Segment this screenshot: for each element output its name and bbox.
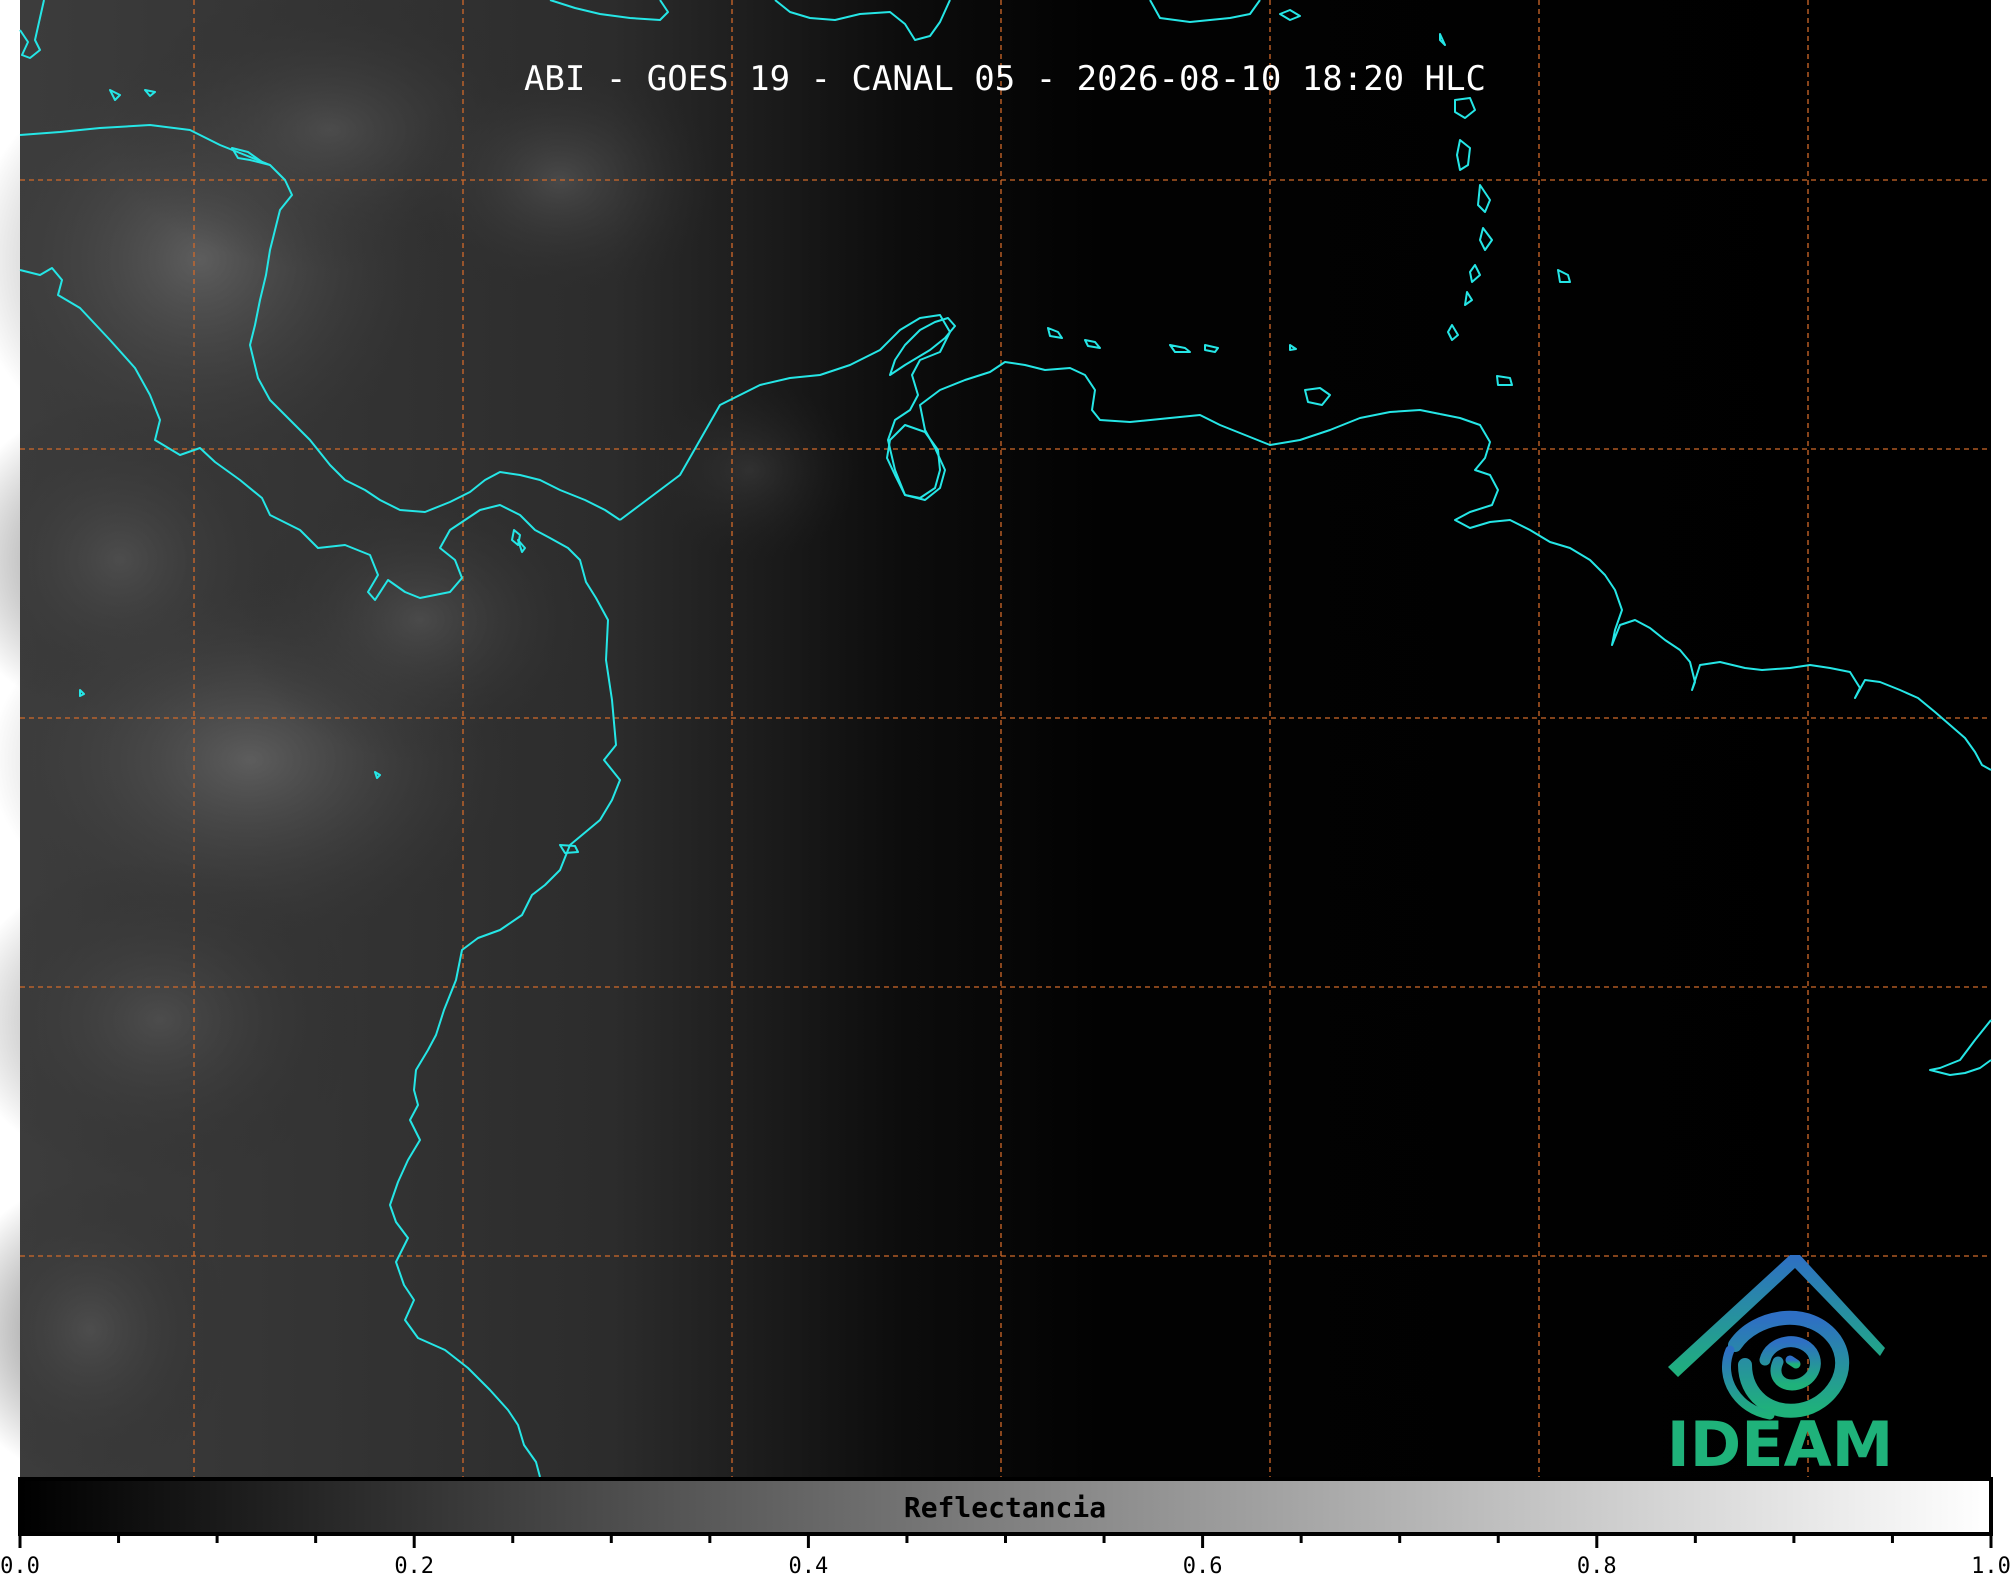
colorbar-tick-label: 0.0: [0, 1554, 40, 1577]
colorbar-tick-label: 0.8: [1577, 1554, 1617, 1577]
colorbar-label: Reflectancia: [904, 1491, 1106, 1524]
map-title: ABI - GOES 19 - CANAL 05 - 2026-08-10 18…: [524, 59, 1486, 99]
colorbar-ticks: 0.0 0.2 0.4 0.6 0.8 1.0: [0, 1534, 2011, 1577]
colorbar-tick-label: 0.6: [1183, 1554, 1223, 1577]
map-panel: ABI - GOES 19 - CANAL 05 - 2026-08-10 18…: [0, 0, 1992, 1481]
colorbar: Reflectancia 0.0 0.2 0.4 0.6 0.8 1.0: [0, 1477, 2011, 1577]
colorbar-tick-label: 1.0: [1971, 1554, 2011, 1577]
colorbar-tick-label: 0.4: [789, 1554, 829, 1577]
satellite-map-figure: ABI - GOES 19 - CANAL 05 - 2026-08-10 18…: [0, 0, 2011, 1577]
logo-text: IDEAM: [1667, 1408, 1894, 1481]
colorbar-tick-label: 0.2: [394, 1554, 434, 1577]
